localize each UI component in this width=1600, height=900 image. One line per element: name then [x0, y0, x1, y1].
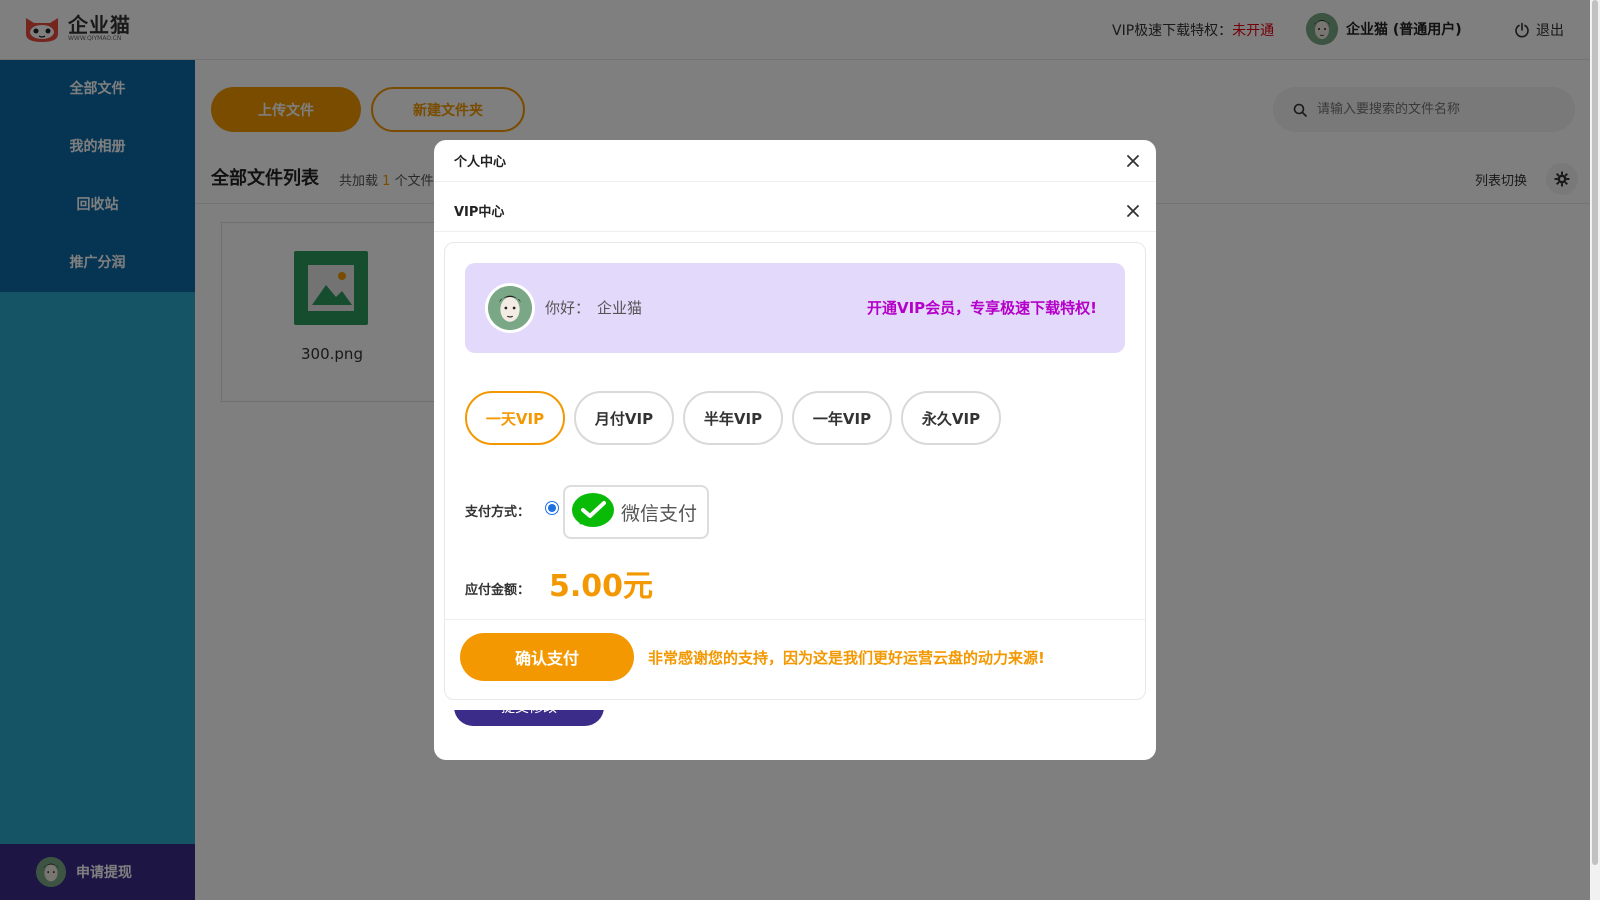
wechat-pay-label: 微信支付 [621, 502, 698, 525]
close-icon [1127, 155, 1139, 167]
wechat-pay-option[interactable]: 微信支付 [563, 485, 709, 539]
vip-plan-list: 一天VIP 月付VIP 半年VIP 一年VIP 永久VIP [465, 391, 1001, 445]
wechat-icon [572, 493, 614, 527]
vip-banner: 你好： 企业猫 开通VIP会员，专享极速下载特权! [465, 263, 1125, 353]
plan-one-day[interactable]: 一天VIP [465, 391, 565, 445]
dialog-header: VIP中心 [434, 190, 1156, 232]
avatar [485, 283, 535, 333]
dialog-title: 个人中心 [454, 155, 507, 170]
plan-half-year[interactable]: 半年VIP [683, 391, 783, 445]
wechat-pay-radio[interactable] [545, 501, 559, 515]
plan-one-year[interactable]: 一年VIP [792, 391, 892, 445]
close-icon [1127, 205, 1139, 217]
plan-monthly[interactable]: 月付VIP [574, 391, 674, 445]
greeting-name: 企业猫 [597, 299, 643, 317]
close-button[interactable] [1122, 150, 1144, 172]
vip-panel: 你好： 企业猫 开通VIP会员，专享极速下载特权! 一天VIP 月付VIP 半年… [444, 242, 1146, 700]
amount-label: 应付金额： [465, 583, 531, 598]
amount-value: 5.00元 [549, 569, 654, 604]
close-button[interactable] [1122, 200, 1144, 222]
dialog-title: VIP中心 [454, 205, 505, 220]
scrollbar[interactable] [1590, 0, 1600, 900]
user-face-icon [488, 286, 532, 330]
payment-method-label: 支付方式： [465, 505, 531, 520]
dialog-header: 个人中心 [434, 140, 1156, 182]
plan-lifetime[interactable]: 永久VIP [901, 391, 1001, 445]
scrollbar-thumb[interactable] [1592, 0, 1598, 865]
confirm-payment-button[interactable]: 确认支付 [460, 633, 634, 681]
vip-center-dialog: VIP中心 你好： 企业猫 开通VIP会员，专享极速下载特权! 一天VIP 月付… [434, 190, 1156, 710]
vip-promo-text: 开通VIP会员，专享极速下载特权! [866, 299, 1097, 317]
greeting-label: 你好： [545, 299, 591, 317]
divider [445, 619, 1145, 620]
thanks-message: 非常感谢您的支持，因为这是我们更好运营云盘的动力来源! [648, 649, 1045, 667]
